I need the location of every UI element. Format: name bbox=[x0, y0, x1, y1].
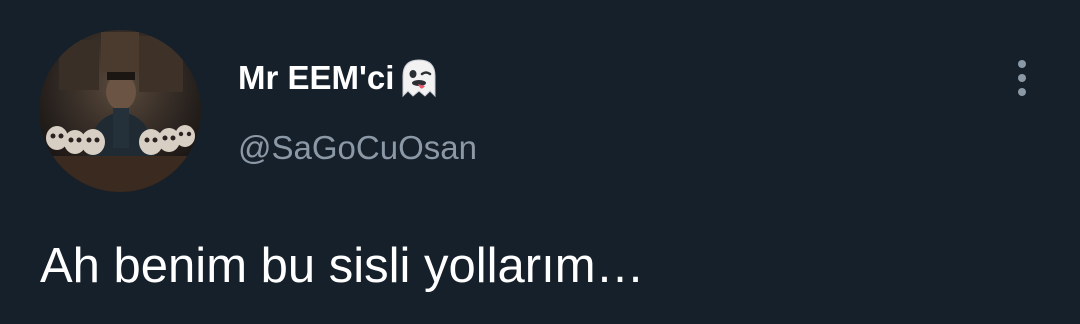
user-handle[interactable]: @SaGoCuOsan bbox=[238, 128, 477, 168]
more-options-button[interactable] bbox=[1004, 52, 1040, 104]
display-name-text: Mr EEM'ci bbox=[238, 59, 395, 96]
tweet-text: Ah benim bu sisli yollarım… bbox=[40, 239, 645, 293]
avatar[interactable] bbox=[39, 30, 201, 192]
avatar-image bbox=[39, 30, 201, 192]
ghost-emoji-icon bbox=[397, 56, 441, 100]
more-vertical-icon bbox=[1018, 60, 1026, 96]
display-name[interactable]: Mr EEM'ci bbox=[238, 56, 441, 100]
tweet-card[interactable]: Mr EEM'ci @SaGoCuOsan Ah benim bu sisli … bbox=[0, 0, 1080, 324]
